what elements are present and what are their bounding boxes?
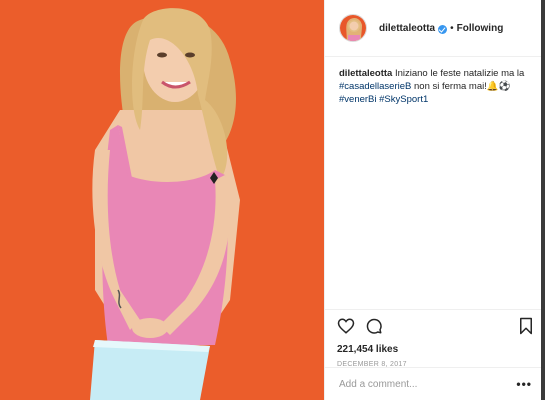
post-header: dilettaleotta • Following xyxy=(325,0,545,57)
hashtag-venerbi[interactable]: #venerBi xyxy=(339,94,377,105)
post-actions: 221,454 likes DECEMBER 8, 2017 xyxy=(325,309,545,368)
post-sidebar: dilettaleotta • Following dilettaleotta … xyxy=(324,0,545,400)
instagram-post: dilettaleotta • Following dilettaleotta … xyxy=(0,0,545,400)
post-photo[interactable] xyxy=(0,0,324,400)
header-username[interactable]: dilettaleotta xyxy=(379,23,435,34)
separator-dot: • xyxy=(450,22,454,34)
photo-image xyxy=(0,0,324,400)
caption-text: Iniziano le feste natalizie ma la xyxy=(392,68,525,79)
hashtag-casadellaserieb[interactable]: #casadellaserieB xyxy=(339,81,411,92)
caption-text-2: non si ferma mai! xyxy=(411,81,487,92)
avatar[interactable] xyxy=(339,14,367,42)
bookmark-icon[interactable] xyxy=(518,317,534,340)
comment-input[interactable] xyxy=(339,378,517,390)
window-edge xyxy=(541,0,545,400)
following-button[interactable]: Following xyxy=(457,23,504,34)
verified-badge-icon xyxy=(438,24,448,34)
comment-bar: ••• xyxy=(325,367,545,400)
comment-icon[interactable] xyxy=(365,317,383,340)
caption-username[interactable]: dilettaleotta xyxy=(339,68,392,79)
action-icons xyxy=(337,316,534,340)
caption-emoji: 🔔⚽ xyxy=(486,81,511,92)
hashtag-skysport1[interactable]: #SkySport1 xyxy=(379,94,428,105)
more-options-icon[interactable]: ••• xyxy=(516,377,532,391)
likes-count[interactable]: 221,454 likes xyxy=(337,344,534,355)
heart-icon[interactable] xyxy=(337,317,355,340)
